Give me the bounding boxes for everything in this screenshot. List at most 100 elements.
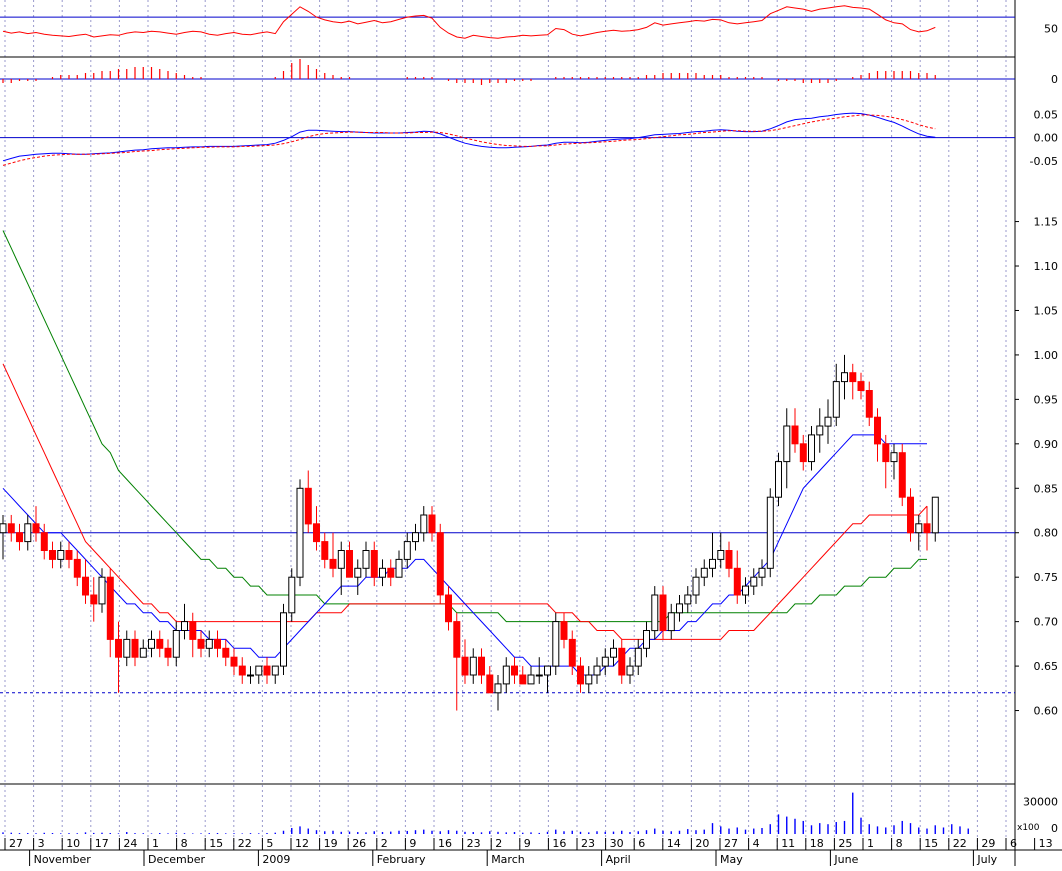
candle-body <box>420 514 428 534</box>
candle-body <box>709 558 716 569</box>
x-day-label: 16 <box>552 837 566 850</box>
candle-body <box>354 567 362 578</box>
x-day-label: 19 <box>324 837 338 850</box>
candle-body <box>511 665 518 676</box>
candle-body <box>882 443 890 463</box>
candle-body <box>172 630 180 658</box>
x-day-label: 9 <box>409 837 416 850</box>
candle-body <box>519 674 527 685</box>
candle-body <box>403 541 411 560</box>
price-tick-label: 0.80 <box>1034 527 1059 540</box>
candle-body <box>238 665 246 676</box>
candle-body <box>329 558 337 569</box>
candle-body <box>808 434 815 463</box>
candle-body <box>700 567 708 578</box>
x-month-label: June <box>833 853 858 866</box>
candle-body <box>230 656 238 667</box>
x-day-label: 25 <box>838 837 852 850</box>
histogram-tick-label: 0 <box>1051 73 1058 86</box>
candle-body <box>634 647 642 667</box>
candle-body <box>7 523 15 534</box>
candle-body <box>40 532 48 552</box>
x-day-label: 2 <box>381 837 388 850</box>
candle-body <box>577 665 584 685</box>
price-tick-label: 1.05 <box>1034 304 1059 317</box>
macd-tick-label: 0.00 <box>1034 132 1059 145</box>
x-day-label: 20 <box>695 837 709 850</box>
candle-body <box>24 523 32 543</box>
candle-body <box>676 603 683 614</box>
candle-body <box>436 532 444 596</box>
candle-body <box>651 594 659 632</box>
x-day-label: 10 <box>66 837 80 850</box>
candle-body <box>890 452 898 463</box>
x-day-label: 1 <box>867 837 874 850</box>
x-day-label: 17 <box>95 837 109 850</box>
candle-body <box>214 638 221 649</box>
macd-tick-label: 0.05 <box>1034 109 1059 122</box>
candle-body <box>362 550 370 569</box>
x-month-label: November <box>34 853 92 866</box>
candle-body <box>601 656 609 667</box>
candle-body <box>57 550 65 560</box>
price-tick-label: 0.70 <box>1034 616 1059 629</box>
volume-tick-label: 0 <box>1051 822 1058 835</box>
candle-body <box>304 487 312 525</box>
candle-body <box>16 532 23 543</box>
candle-body <box>469 656 477 676</box>
candle-body <box>758 567 766 578</box>
candle-body <box>164 647 172 658</box>
candle-body <box>849 372 857 383</box>
x-month-label: July <box>976 853 997 866</box>
x-day-label: 6 <box>638 837 645 850</box>
price-tick-label: 0.60 <box>1034 705 1059 718</box>
x-day-label: 16 <box>438 837 452 850</box>
candle-body <box>370 550 378 578</box>
price-tick-label: 1.00 <box>1034 349 1059 362</box>
candle-body <box>486 674 494 694</box>
x-month-label: April <box>606 853 631 866</box>
candle-body <box>478 656 485 676</box>
candle-body <box>90 594 98 605</box>
candle-body <box>65 550 73 560</box>
candle-body <box>841 372 848 383</box>
x-day-label: 30 <box>610 837 624 850</box>
x-day-label: 11 <box>781 837 795 850</box>
candle-body <box>32 523 40 534</box>
candle-body <box>445 594 452 623</box>
candle-body <box>898 452 906 498</box>
candle-body <box>131 638 139 658</box>
candle-body <box>73 558 81 578</box>
x-day-label: 27 <box>9 837 23 850</box>
candle-body <box>593 665 601 676</box>
x-month-label: 2009 <box>262 853 290 866</box>
x-month-label: December <box>148 853 206 866</box>
candle-body <box>106 576 114 640</box>
volume-multiplier-label: x100 <box>1017 823 1040 833</box>
macd-line <box>2 112 936 162</box>
x-day-label: 14 <box>667 837 681 850</box>
candle-body <box>535 674 543 677</box>
candle-body <box>865 390 873 418</box>
candle-body <box>337 550 345 569</box>
x-day-label: 1 <box>152 837 159 850</box>
rsi-tick-label: 50 <box>1044 23 1058 36</box>
candle-body <box>502 665 510 685</box>
candle-body <box>461 656 469 676</box>
candle-body <box>148 638 155 649</box>
candle-body <box>346 550 353 578</box>
x-day-label: 18 <box>810 837 824 850</box>
candle-body <box>255 665 263 676</box>
x-day-label: 13 <box>1039 837 1053 850</box>
candle-body <box>610 647 617 658</box>
candle-body <box>181 621 188 631</box>
candle-body <box>791 425 799 445</box>
x-month-label: March <box>491 853 525 866</box>
x-day-label: 29 <box>981 837 995 850</box>
x-day-label: 8 <box>181 837 188 850</box>
price-tick-label: 1.10 <box>1034 260 1059 273</box>
candle-body <box>832 381 840 418</box>
x-day-label: 15 <box>209 837 223 850</box>
candle-body <box>296 487 304 578</box>
x-month-label: February <box>377 853 426 866</box>
